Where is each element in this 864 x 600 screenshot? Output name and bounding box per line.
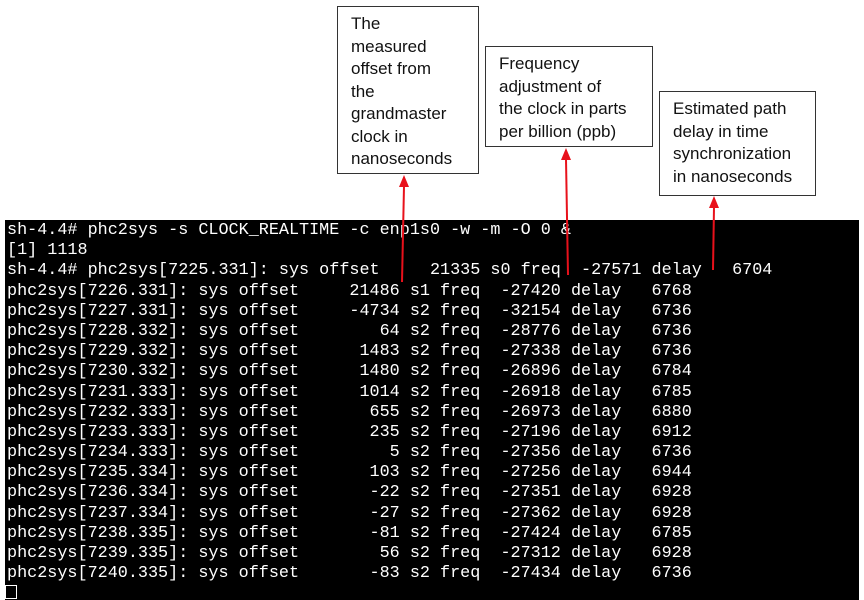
terminal-command-line: sh-4.4# phc2sys -s CLOCK_REALTIME -c enp… [7,221,571,240]
callout-line: The [351,14,381,33]
terminal-output-line: phc2sys[7236.334]: sys offset -22 s2 fre… [7,483,692,503]
terminal-output-line: phc2sys[7227.331]: sys offset -4734 s2 f… [7,301,692,321]
callout-line: Frequency [499,54,580,73]
terminal-output-line: sh-4.4# phc2sys[7225.331]: sys offset 21… [7,261,773,281]
callout-line: in nanoseconds [673,166,793,186]
callout-line: Estimated path [673,99,787,118]
terminal-output-line: phc2sys[7235.334]: sys offset 103 s2 fre… [7,463,692,483]
callout-line: nanoseconds [351,149,453,168]
terminal-window[interactable]: sh-4.4# phc2sys -s CLOCK_REALTIME -c enp… [5,220,859,600]
callout-line: delay in time [673,121,769,141]
terminal-cursor [5,585,17,599]
terminal-output-line: phc2sys[7237.334]: sys offset -27 s2 fre… [7,503,692,523]
terminal-output-line: phc2sys[7232.333]: sys offset 655 s2 fre… [7,402,692,422]
terminal-job-line: [1] 1118 [7,241,88,261]
terminal-output-line: phc2sys[7229.332]: sys offset 1483 s2 fr… [7,342,692,362]
callout-line: adjustment of [499,76,602,96]
terminal-output-line: phc2sys[7230.332]: sys offset 1480 s2 fr… [7,362,692,382]
terminal-output-line: phc2sys[7234.333]: sys offset 5 s2 freq … [7,443,692,463]
terminal-output-line: phc2sys[7233.333]: sys offset 235 s2 fre… [7,422,692,442]
callout-line: the [351,81,375,101]
freq-callout: Frequency adjustment of the clock in par… [485,46,653,147]
terminal-output-line: phc2sys[7228.332]: sys offset 64 s2 freq… [7,321,692,341]
callout-line: measured [351,36,427,56]
delay-callout: Estimated path delay in time synchroniza… [659,91,816,196]
callout-line: grandmaster [351,104,447,123]
terminal-output-line: phc2sys[7231.333]: sys offset 1014 s2 fr… [7,382,692,402]
callout-line: offset from [351,59,431,78]
terminal-output-line: phc2sys[7239.335]: sys offset 56 s2 freq… [7,544,692,563]
callout-line: synchronization [673,144,792,163]
offset-callout: The measured offset from the grandmaster… [337,6,479,174]
terminal-output-line: phc2sys[7226.331]: sys offset 21486 s1 f… [7,281,692,301]
callout-line: the clock in parts [499,99,627,118]
terminal-output-line: phc2sys[7240.335]: sys offset -83 s2 fre… [7,564,692,584]
callout-line: per billion (ppb) [499,121,617,141]
callout-line: clock in [351,126,408,146]
terminal-output-line: phc2sys[7238.335]: sys offset -81 s2 fre… [7,523,692,543]
